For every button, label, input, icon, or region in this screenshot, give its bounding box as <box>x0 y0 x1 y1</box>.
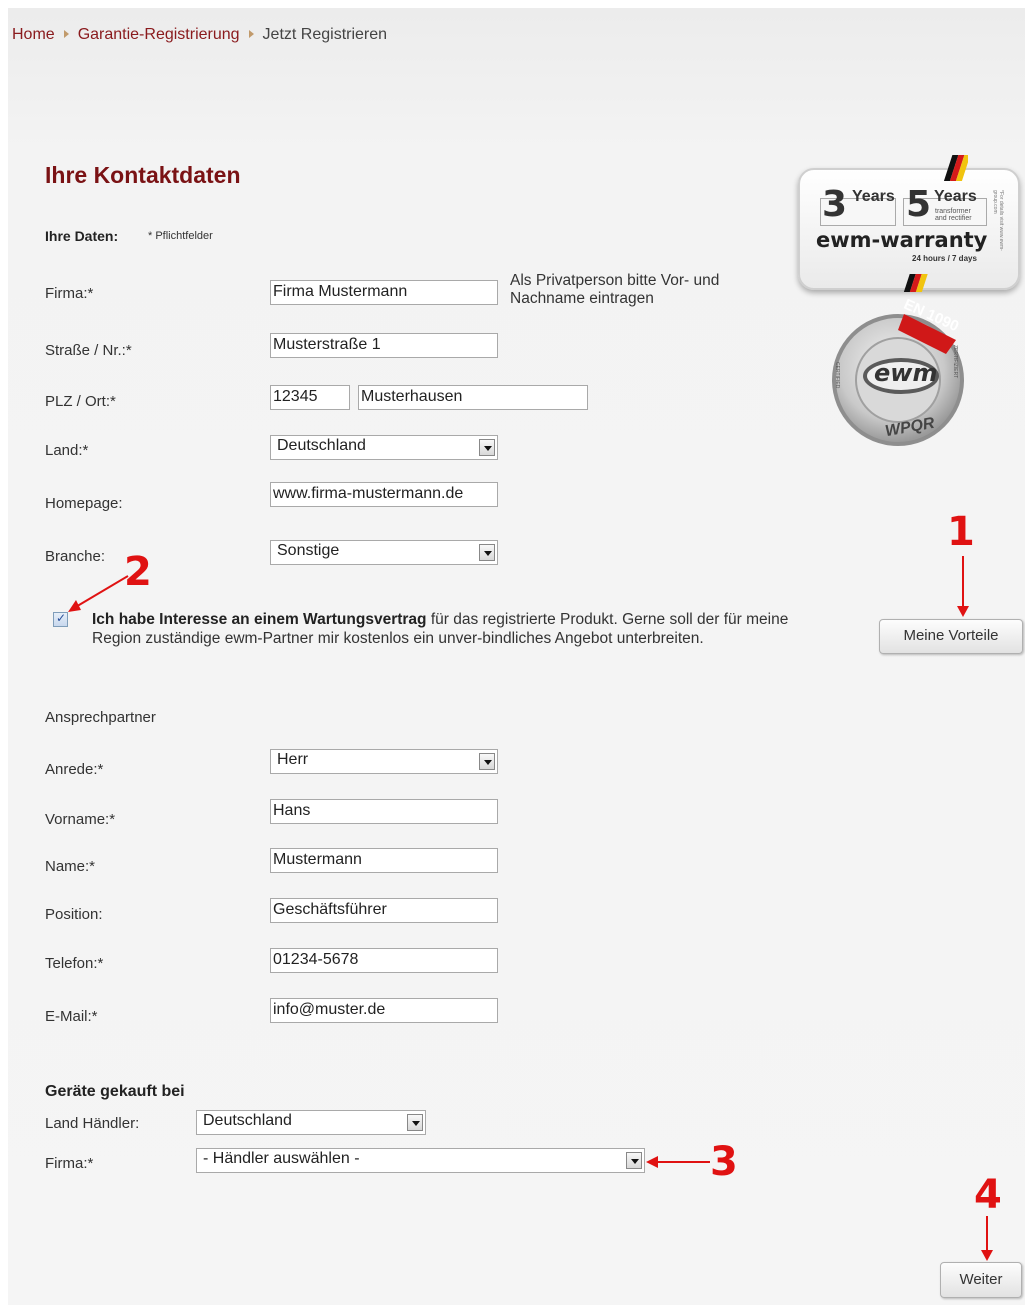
page-title: Ihre Kontaktdaten <box>45 162 241 188</box>
salutation-select-value: Herr <box>277 751 309 768</box>
city-input[interactable]: Musterhausen <box>358 385 588 410</box>
firstname-label: Vorname:* <box>45 811 116 828</box>
dealer-label: Firma:* <box>45 1155 94 1172</box>
annotation-arrow-3-icon <box>646 1156 710 1168</box>
firma-hint: Als Privatperson bitte Vor- und Nachname… <box>510 272 720 307</box>
dealer-country-label: Land Händler: <box>45 1115 140 1132</box>
chevron-down-icon[interactable] <box>479 439 495 456</box>
zip-city-label: PLZ / Ort:* <box>45 393 116 410</box>
annotation-arrow-1-icon <box>957 556 969 617</box>
next-button[interactable]: Weiter <box>940 1262 1022 1298</box>
industry-select[interactable]: Sonstige <box>270 540 498 565</box>
dealer-country-select[interactable]: Deutschland <box>196 1110 426 1135</box>
breadcrumb-home-link[interactable]: Home <box>12 26 55 43</box>
firma-label: Firma:* <box>45 285 94 302</box>
annotation-arrow-2-icon <box>68 575 129 612</box>
salutation-label: Anrede:* <box>45 761 104 778</box>
breadcrumb-current: Jetzt Registrieren <box>262 26 388 43</box>
breadcrumb-separator-icon <box>63 30 69 39</box>
email-label: E-Mail:* <box>45 1008 98 1025</box>
dealer-select[interactable]: - Händler auswählen - <box>196 1148 645 1173</box>
flag-stripes-icon <box>903 155 968 292</box>
name-label: Name:* <box>45 858 96 875</box>
industry-select-value: Sonstige <box>277 542 340 559</box>
required-fields-note: * Pflichtfelder <box>148 230 213 242</box>
chevron-down-icon[interactable] <box>626 1152 642 1169</box>
street-label: Straße / Nr.:* <box>45 342 132 359</box>
email-input[interactable]: info@muster.de <box>270 998 498 1023</box>
dealer-country-select-value: Deutschland <box>203 1112 292 1129</box>
annotation-3: 3 <box>710 1139 738 1185</box>
maintenance-text-bold: Ich habe Interesse an einem Wartungsvert… <box>92 611 427 628</box>
chevron-down-icon[interactable] <box>479 544 495 561</box>
your-data-heading: Ihre Daten: <box>45 228 119 244</box>
country-select[interactable]: Deutschland <box>270 435 498 460</box>
position-input[interactable]: Geschäftsführer <box>270 898 498 923</box>
phone-input[interactable]: 01234-5678 <box>270 948 498 973</box>
firstname-input[interactable]: Hans <box>270 799 498 824</box>
homepage-input[interactable]: www.firma-mustermann.de <box>270 482 498 507</box>
industry-label: Branche: <box>45 548 106 565</box>
annotation-4: 4 <box>974 1172 1002 1218</box>
homepage-label: Homepage: <box>45 495 123 512</box>
warranty-side-note: *For details visit www.ewm-group.com <box>992 190 1004 251</box>
warranty-years-3: 3 <box>822 184 848 225</box>
maintenance-text: Ich habe Interesse an einem Wartungsvert… <box>92 610 812 648</box>
breadcrumb: Home Garantie-Registrierung Jetzt Registri… <box>12 26 387 44</box>
dealer-select-value: - Händler auswählen - <box>203 1150 360 1167</box>
zip-input[interactable]: 12345 <box>270 385 350 410</box>
salutation-select[interactable]: Herr <box>270 749 498 774</box>
country-select-value: Deutschland <box>277 437 366 454</box>
seal-ewm-logo: ewm <box>874 359 938 387</box>
annotation-arrow-4-icon <box>981 1216 993 1261</box>
breadcrumb-separator-icon <box>248 30 254 39</box>
chevron-down-icon[interactable] <box>407 1114 423 1131</box>
annotation-1: 1 <box>947 509 975 555</box>
seal-certified: CERTIFIED <box>834 362 840 389</box>
name-input[interactable]: Mustermann <box>270 848 498 873</box>
seal-zertifiziert: ZERTIFIZIERT <box>952 345 958 379</box>
country-label: Land:* <box>45 442 89 459</box>
position-label: Position: <box>45 906 103 923</box>
warranty-years-word: Years <box>852 188 895 205</box>
firma-input[interactable]: Firma Mustermann <box>270 280 498 305</box>
contact-person-heading: Ansprechpartner <box>45 709 156 726</box>
chevron-down-icon[interactable] <box>479 753 495 770</box>
breadcrumb-warranty-link[interactable]: Garantie-Registrierung <box>78 26 240 43</box>
purchased-heading: Geräte gekauft bei <box>45 1083 185 1100</box>
phone-label: Telefon:* <box>45 955 104 972</box>
my-benefits-button[interactable]: Meine Vorteile <box>879 619 1023 654</box>
street-input[interactable]: Musterstraße 1 <box>270 333 498 358</box>
